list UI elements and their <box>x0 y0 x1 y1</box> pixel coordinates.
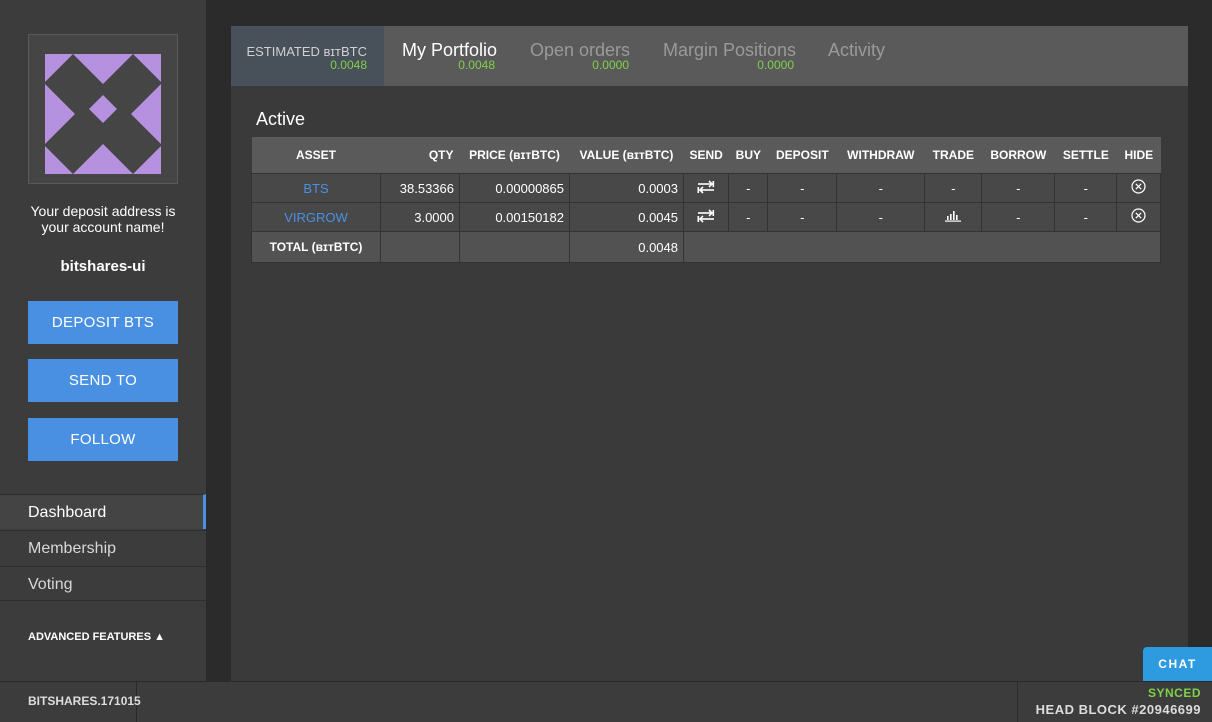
sync-status: SYNCED <box>1147 686 1201 700</box>
tab-label: Activity <box>828 40 886 60</box>
portfolio-tab-bar: ESTIMATED ʙɪᴛBTC 0.0048 My Portfolio 0.0… <box>231 26 1188 86</box>
hide-cell <box>1116 202 1162 232</box>
version-box: BITSHARES.171015 <box>0 682 141 722</box>
borrow-cell: - <box>981 173 1056 203</box>
trade-cell: - <box>924 173 983 203</box>
tab-value: 0.0048 <box>458 58 495 72</box>
hide-icon[interactable] <box>1131 208 1146 226</box>
head-block: HEAD BLOCK #20946699 <box>1035 702 1201 717</box>
price-cell: 0.00000865 <box>459 173 570 203</box>
nav-item-dashboard[interactable]: Dashboard <box>0 494 206 529</box>
buy-cell: - <box>728 202 769 232</box>
withdraw-cell: - <box>836 173 926 203</box>
tab-value: 0.0000 <box>592 58 629 72</box>
deposit-cell: - <box>767 202 838 232</box>
qty-cell: 3.0000 <box>380 202 460 232</box>
send-to-button[interactable]: SEND TO <box>28 359 178 402</box>
deposit-bts-button[interactable]: DEPOSIT BTS <box>28 301 178 344</box>
estimated-label: ESTIMATED ʙɪᴛBTC <box>246 44 367 59</box>
col-buy: BUY <box>728 137 768 174</box>
borrow-cell: - <box>981 202 1056 232</box>
portfolio-table: ASSET QTY PRICE (ʙɪᴛBTC) VALUE (ʙɪᴛBTC) … <box>251 137 1162 263</box>
total-empty-cell <box>380 231 460 263</box>
value-cell: 0.0003 <box>569 173 684 203</box>
deposit-note-line1: Your deposit address is <box>30 203 176 219</box>
tab-margin-positions[interactable]: Margin Positions 0.0000 <box>663 26 796 86</box>
deposit-address-note: Your deposit address is your account nam… <box>0 203 206 235</box>
account-name: bitshares-ui <box>60 258 146 275</box>
asset-link[interactable]: BTS <box>251 173 381 203</box>
col-asset[interactable]: ASSET <box>251 137 381 174</box>
footer: BITSHARES.171015 SYNCED HEAD BLOCK #2094… <box>0 681 1212 722</box>
col-trade: TRADE <box>924 137 982 174</box>
table-row: BTS 38.53366 0.00000865 0.0003 - - - - -… <box>251 173 1162 203</box>
col-hide: HIDE <box>1116 137 1161 174</box>
main-panel: ESTIMATED ʙɪᴛBTC 0.0048 My Portfolio 0.0… <box>231 26 1188 681</box>
tab-my-portfolio[interactable]: My Portfolio 0.0048 <box>402 26 497 86</box>
tab-value: 0.0000 <box>757 58 794 72</box>
col-deposit: DEPOSIT <box>767 137 837 174</box>
total-row: TOTAL (ʙɪᴛBTC) 0.0048 <box>251 231 1162 263</box>
section-title-active: Active <box>256 109 306 129</box>
nav-item-voting[interactable]: Voting <box>0 566 206 601</box>
total-filler-cell <box>682 231 1162 263</box>
col-qty[interactable]: QTY <box>380 137 460 174</box>
col-send: SEND <box>683 137 729 174</box>
value-cell: 0.0045 <box>569 202 684 232</box>
follow-button[interactable]: FOLLOW <box>28 418 178 461</box>
asset-link[interactable]: VIRGROW <box>251 202 381 232</box>
estimated-value-box: ESTIMATED ʙɪᴛBTC 0.0048 <box>231 26 384 86</box>
transfer-icon[interactable] <box>697 208 715 226</box>
hide-icon[interactable] <box>1131 179 1146 197</box>
sidebar: Your deposit address is your account nam… <box>0 0 207 681</box>
sync-status-box: SYNCED HEAD BLOCK #20946699 <box>1017 682 1212 722</box>
col-borrow: BORROW <box>981 137 1055 174</box>
tab-open-orders[interactable]: Open orders 0.0000 <box>530 26 630 86</box>
settle-cell: - <box>1054 173 1118 203</box>
total-label: TOTAL (ʙɪᴛBTC) <box>251 231 381 263</box>
table-row: VIRGROW 3.0000 0.00150182 0.0045 - - - -… <box>251 202 1162 232</box>
hide-cell <box>1116 173 1162 203</box>
send-cell <box>682 202 730 232</box>
advanced-features-toggle[interactable]: ADVANCED FEATURES ▲ <box>28 631 165 643</box>
buy-cell: - <box>728 173 769 203</box>
withdraw-cell: - <box>836 202 926 232</box>
total-empty-cell <box>459 231 570 263</box>
chat-button[interactable]: CHAT <box>1143 647 1212 681</box>
version-label[interactable]: BITSHARES.171015 <box>28 694 141 708</box>
table-header-row: ASSET QTY PRICE (ʙɪᴛBTC) VALUE (ʙɪᴛBTC) … <box>251 137 1161 174</box>
trade-chart-icon[interactable] <box>945 209 962 225</box>
tab-activity[interactable]: Activity <box>828 26 888 86</box>
col-price[interactable]: PRICE (ʙɪᴛBTC) <box>459 137 570 174</box>
trade-cell <box>924 202 983 232</box>
account-avatar <box>28 34 178 184</box>
settle-cell: - <box>1054 202 1118 232</box>
transfer-icon[interactable] <box>697 179 715 197</box>
col-withdraw: WITHDRAW <box>836 137 925 174</box>
deposit-cell: - <box>767 173 838 203</box>
col-settle: SETTLE <box>1054 137 1117 174</box>
send-cell <box>682 173 730 203</box>
total-value: 0.0048 <box>569 231 684 263</box>
nav-item-membership[interactable]: Membership <box>0 530 206 565</box>
price-cell: 0.00150182 <box>459 202 570 232</box>
qty-cell: 38.53366 <box>380 173 460 203</box>
estimated-value: 0.0048 <box>330 58 367 72</box>
deposit-note-line2: your account name! <box>41 219 165 235</box>
col-value[interactable]: VALUE (ʙɪᴛBTC) <box>569 137 684 174</box>
